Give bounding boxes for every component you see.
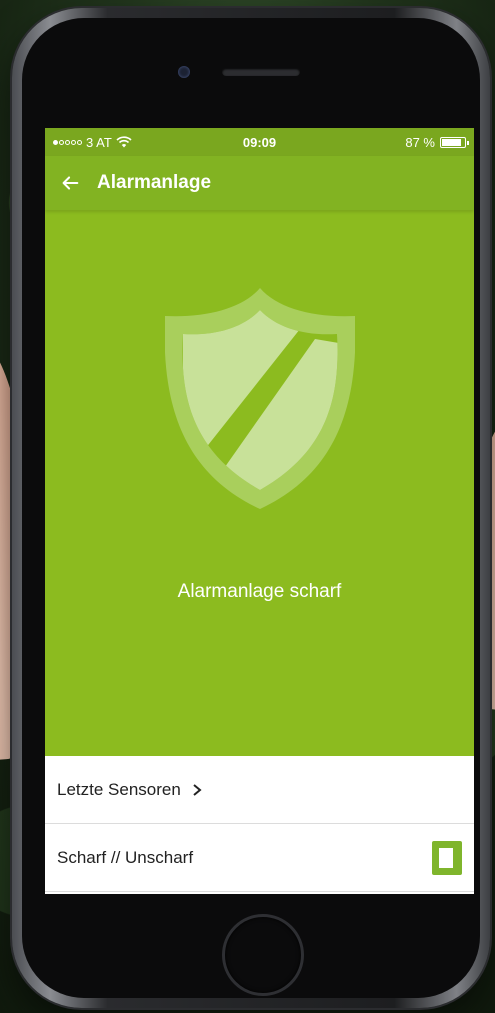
toggle-knob	[439, 847, 453, 868]
front-camera	[178, 66, 190, 78]
carrier-label: 3 AT	[86, 134, 112, 150]
recent-sensors-label: Letzte Sensoren	[57, 779, 181, 799]
alarm-status-text: Alarmanlage scharf	[177, 581, 342, 602]
chevron-right-icon	[193, 783, 202, 796]
back-arrow-icon[interactable]	[59, 172, 81, 194]
status-bar: 3 AT 09:09 87 %	[45, 128, 474, 156]
earpiece-speaker	[222, 68, 300, 76]
arm-disarm-label: Scharf // Unscharf	[57, 847, 194, 867]
shield-icon	[164, 288, 355, 509]
home-button[interactable]	[222, 914, 304, 996]
page-title: Alarmanlage	[97, 172, 212, 193]
app-bar: Alarmanlage	[45, 156, 474, 210]
status-time: 09:09	[242, 134, 277, 150]
status-right: 87 %	[405, 134, 469, 150]
alarm-status-panel: Alarmanlage scharf	[45, 210, 474, 756]
signal-dots-icon	[53, 139, 82, 145]
arm-toggle[interactable]	[432, 840, 462, 875]
app-screen: 3 AT 09:09 87 % Alarmanlage Alarmanlage …	[45, 128, 474, 894]
battery-icon	[440, 136, 469, 148]
wifi-icon	[116, 136, 132, 148]
arm-disarm-row: Scharf // Unscharf	[45, 824, 474, 892]
status-left: 3 AT	[53, 135, 132, 150]
recent-sensors-row[interactable]: Letzte Sensoren	[45, 756, 474, 824]
battery-percentage: 87 %	[405, 134, 435, 150]
